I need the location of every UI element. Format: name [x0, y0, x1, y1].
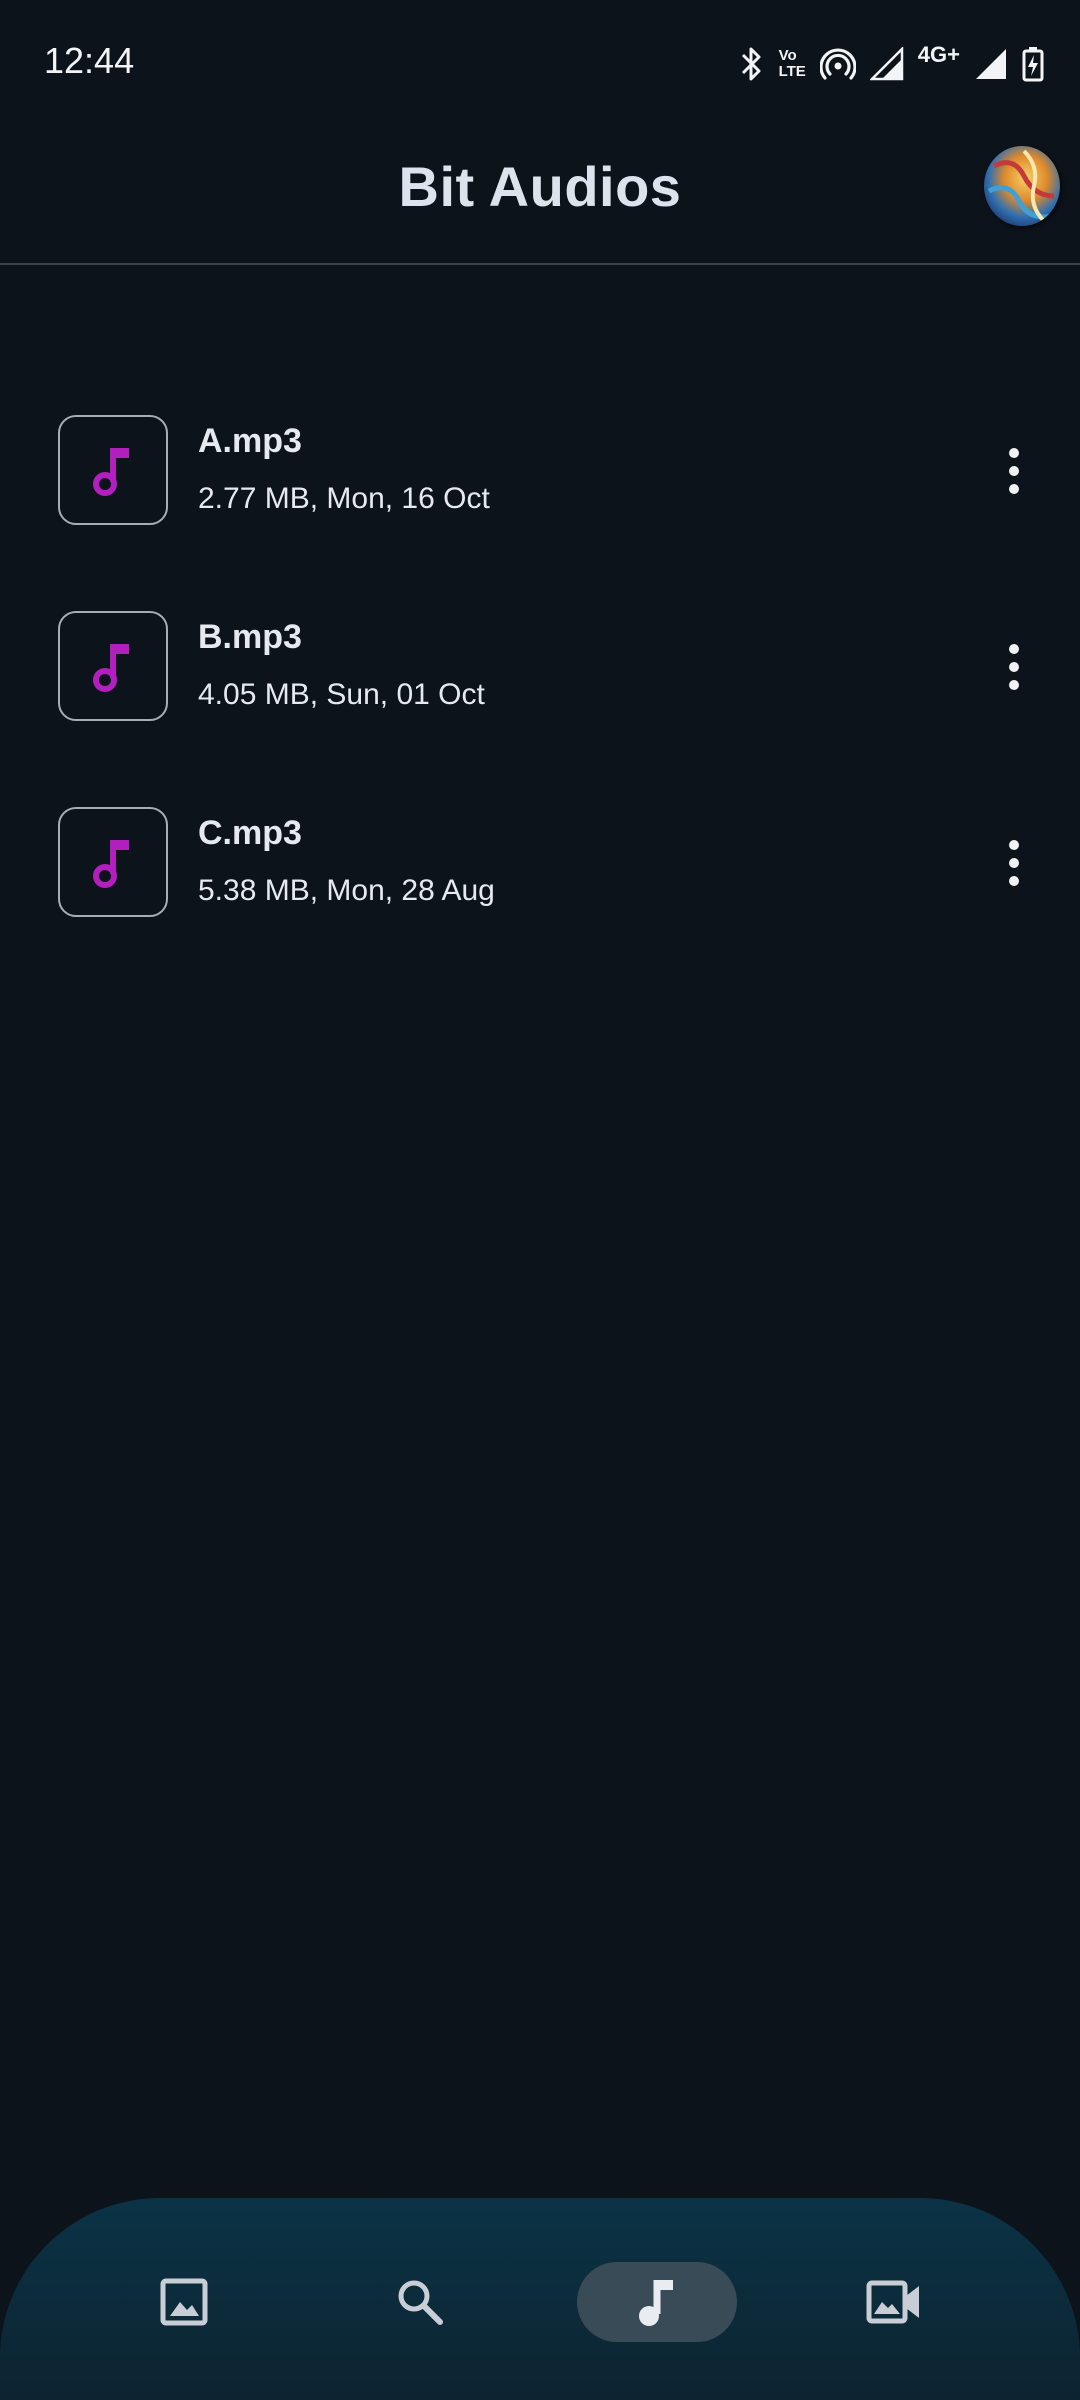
battery-charging-icon [1022, 47, 1044, 82]
file-name: C.mp3 [198, 814, 302, 852]
bottom-navigation [0, 2198, 1080, 2400]
more-options-button[interactable] [984, 426, 1044, 516]
image-icon [160, 2278, 208, 2326]
volte-icon: Vo LTE [779, 48, 806, 80]
list-item[interactable]: B.mp3 4.05 MB, Sun, 01 Oct [0, 596, 1080, 792]
more-vert-icon [1009, 448, 1019, 458]
more-options-button[interactable] [984, 622, 1044, 712]
list-item[interactable]: A.mp3 2.77 MB, Mon, 16 Oct [0, 400, 1080, 596]
video-icon [866, 2280, 919, 2324]
more-vert-icon [1009, 840, 1019, 850]
status-icons: Vo LTE 4G+ [739, 42, 1044, 86]
more-vert-icon [1009, 644, 1019, 654]
page-title: Bit Audios [398, 155, 682, 218]
signal-icon [976, 49, 1006, 79]
nav-images[interactable] [138, 2262, 230, 2342]
bluetooth-icon [741, 47, 761, 81]
audio-thumbnail [58, 415, 168, 525]
music-note-icon [639, 2280, 673, 2326]
music-note-icon [93, 644, 129, 692]
file-meta: 2.77 MB, Mon, 16 Oct [198, 482, 490, 515]
audio-thumbnail [58, 807, 168, 917]
nav-videos[interactable] [848, 2262, 940, 2342]
profile-avatar[interactable] [984, 146, 1060, 226]
network-type-label: 4G+ [917, 42, 960, 67]
status-bar: 12:44 Vo LTE 4G+ [0, 0, 1080, 126]
list-item[interactable]: C.mp3 5.38 MB, Mon, 28 Aug [0, 792, 1080, 988]
app-bar: Bit Audios [0, 126, 1080, 265]
audio-thumbnail [58, 611, 168, 721]
hotspot-icon [819, 48, 856, 80]
search-icon [398, 2280, 443, 2325]
file-name: B.mp3 [198, 618, 302, 656]
file-meta: 5.38 MB, Mon, 28 Aug [198, 874, 495, 907]
file-meta: 4.05 MB, Sun, 01 Oct [198, 678, 485, 711]
volte-top-label: Vo [778, 47, 797, 64]
volte-bottom-label: LTE [778, 63, 806, 80]
screen: 12:44 Vo LTE 4G+ Bit Audios A.mp3 2.77 M… [0, 0, 1080, 2400]
nav-search[interactable] [374, 2262, 466, 2342]
audio-file-list: A.mp3 2.77 MB, Mon, 16 Oct B.mp3 4.05 MB… [0, 400, 1080, 988]
signal-icon [869, 47, 904, 81]
music-note-icon [93, 840, 129, 888]
file-name: A.mp3 [198, 422, 302, 460]
nav-audio[interactable] [577, 2262, 737, 2342]
more-options-button[interactable] [984, 818, 1044, 908]
status-time: 12:44 [44, 40, 135, 81]
music-note-icon [93, 448, 129, 496]
